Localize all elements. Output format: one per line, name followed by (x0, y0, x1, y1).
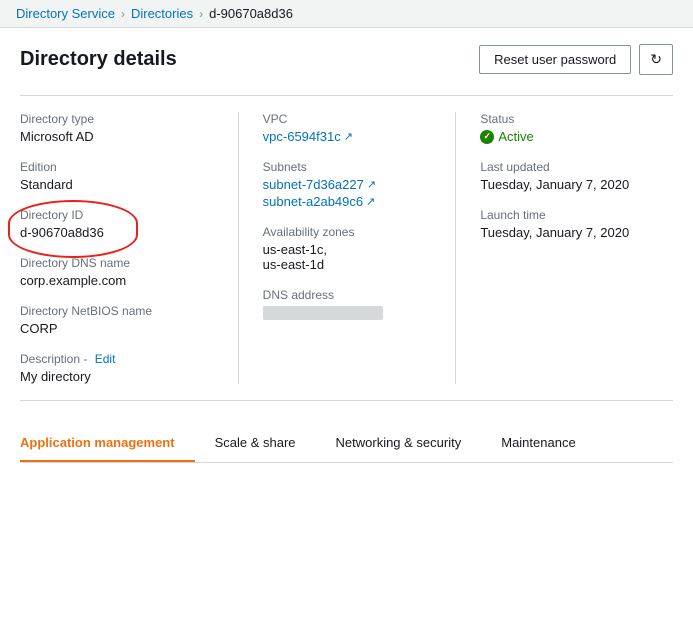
subnet1-value: subnet-7d36a227 ↗ (263, 177, 436, 192)
breadcrumb-service-link[interactable]: Directory Service (16, 6, 115, 21)
status-group: Status Active (480, 112, 653, 144)
breadcrumb: Directory Service › Directories › d-9067… (0, 0, 693, 28)
details-col-1: Directory type Microsoft AD Edition Stan… (20, 112, 238, 384)
dns-name-value: corp.example.com (20, 273, 218, 288)
external-link-icon: ↗ (344, 130, 353, 143)
header-row: Directory details Reset user password ↻ (20, 44, 673, 75)
netbios-value: CORP (20, 321, 218, 336)
az-value: us-east-1c,us-east-1d (263, 242, 436, 272)
netbios-group: Directory NetBIOS name CORP (20, 304, 218, 336)
breadcrumb-sep-2: › (199, 7, 203, 21)
netbios-label: Directory NetBIOS name (20, 304, 218, 318)
refresh-icon: ↻ (650, 51, 662, 68)
directory-type-label: Directory type (20, 112, 218, 126)
external-link-icon-3: ↗ (366, 195, 375, 208)
edition-value: Standard (20, 177, 218, 192)
subnet1-link[interactable]: subnet-7d36a227 ↗ (263, 177, 376, 192)
tab-maintenance[interactable]: Maintenance (481, 425, 595, 462)
directory-type-group: Directory type Microsoft AD (20, 112, 218, 144)
tab-app-management[interactable]: Application management (20, 425, 195, 462)
last-updated-group: Last updated Tuesday, January 7, 2020 (480, 160, 653, 192)
tabs-row: Application management Scale & share Net… (20, 425, 673, 462)
launch-time-group: Launch time Tuesday, January 7, 2020 (480, 208, 653, 240)
status-label: Status (480, 112, 653, 126)
subnets-label: Subnets (263, 160, 436, 174)
tab-scale-share[interactable]: Scale & share (195, 425, 316, 462)
details-col-3: Status Active Last updated Tuesday, Janu… (455, 112, 673, 384)
directory-id-group: Directory ID d-90670a8d36 (20, 208, 218, 240)
reset-password-button[interactable]: Reset user password (479, 45, 631, 74)
vpc-label: VPC (263, 112, 436, 126)
refresh-button[interactable]: ↻ (639, 44, 673, 75)
last-updated-label: Last updated (480, 160, 653, 174)
launch-time-value: Tuesday, January 7, 2020 (480, 225, 653, 240)
dns-address-value (263, 306, 383, 320)
details-grid: Directory type Microsoft AD Edition Stan… (20, 95, 673, 401)
breadcrumb-sep-1: › (121, 7, 125, 21)
last-updated-value: Tuesday, January 7, 2020 (480, 177, 653, 192)
status-value: Active (480, 129, 653, 144)
dns-address-label: DNS address (263, 288, 436, 302)
launch-time-label: Launch time (480, 208, 653, 222)
vpc-value: vpc-6594f31c ↗ (263, 129, 436, 144)
directory-type-value: Microsoft AD (20, 129, 218, 144)
edition-label: Edition (20, 160, 218, 174)
description-label: Description - Edit (20, 352, 218, 366)
edition-group: Edition Standard (20, 160, 218, 192)
description-value: My directory (20, 369, 218, 384)
subnet2-link[interactable]: subnet-a2ab49c6 ↗ (263, 194, 376, 209)
dns-address-group: DNS address (263, 288, 436, 320)
details-col-2: VPC vpc-6594f31c ↗ Subnets subnet-7d36a2… (238, 112, 456, 384)
page-title: Directory details (20, 48, 177, 71)
vpc-group: VPC vpc-6594f31c ↗ (263, 112, 436, 144)
status-active-icon (480, 130, 494, 144)
dns-name-group: Directory DNS name corp.example.com (20, 256, 218, 288)
az-label: Availability zones (263, 225, 436, 239)
tab-networking-security[interactable]: Networking & security (316, 425, 482, 462)
directory-id-label: Directory ID (20, 208, 218, 222)
description-group: Description - Edit My directory (20, 352, 218, 384)
description-edit-link[interactable]: Edit (95, 352, 116, 366)
main-content: Directory details Reset user password ↻ … (0, 28, 693, 463)
breadcrumb-directories-link[interactable]: Directories (131, 6, 193, 21)
external-link-icon-2: ↗ (367, 178, 376, 191)
directory-id-value: d-90670a8d36 (20, 225, 218, 240)
subnet2-value: subnet-a2ab49c6 ↗ (263, 194, 436, 209)
tabs-section: Application management Scale & share Net… (20, 425, 673, 463)
breadcrumb-current: d-90670a8d36 (209, 6, 293, 21)
az-group: Availability zones us-east-1c,us-east-1d (263, 225, 436, 272)
subnets-group: Subnets subnet-7d36a227 ↗ subnet-a2ab49c… (263, 160, 436, 209)
header-actions: Reset user password ↻ (479, 44, 673, 75)
vpc-link[interactable]: vpc-6594f31c ↗ (263, 129, 353, 144)
dns-name-label: Directory DNS name (20, 256, 218, 270)
